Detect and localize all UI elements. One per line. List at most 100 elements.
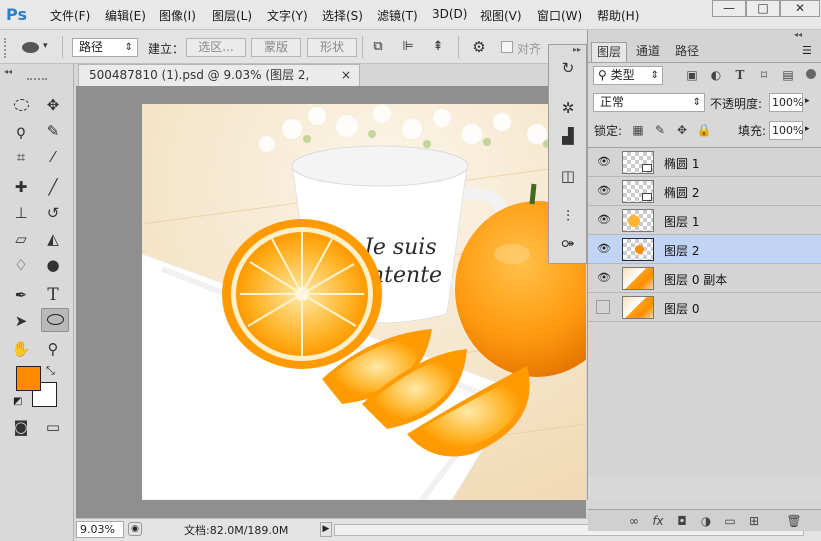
layer-name[interactable]: 图层 0 副本	[664, 271, 727, 288]
tool-presets-icon[interactable]: ⚩	[557, 233, 579, 255]
path-operations-icon[interactable]: ⧉	[370, 39, 386, 55]
layer-row[interactable]: 👁 椭圆 2	[588, 177, 821, 206]
dodge-tool-icon[interactable]: ●	[42, 254, 64, 276]
filter-smart-object-icon[interactable]: ▤	[780, 67, 796, 83]
history-panel-icon[interactable]: ↻	[557, 57, 579, 79]
fill-field[interactable]: 100%	[769, 121, 803, 140]
eye-icon[interactable]: 👁	[596, 155, 612, 169]
mask-button[interactable]: 蒙版	[251, 38, 301, 57]
screen-mode-icon[interactable]: ▭	[42, 416, 64, 438]
histogram-panel-icon[interactable]: ▟	[557, 125, 579, 147]
menu-layer[interactable]: 图层(L)	[212, 7, 252, 24]
layer-name[interactable]: 椭圆 1	[664, 155, 699, 172]
adjustment-layer-icon[interactable]: ◑	[698, 513, 714, 529]
close-button[interactable]: ✕	[780, 0, 820, 17]
filter-type-icon[interactable]: T	[732, 67, 748, 83]
new-layer-icon[interactable]: ⊞	[746, 513, 762, 529]
foreground-color-swatch[interactable]	[16, 366, 41, 391]
eye-icon[interactable]: 👁	[596, 213, 612, 227]
collapse-panel-icon[interactable]: ◂◂	[794, 30, 802, 39]
lock-position-icon[interactable]: ✥	[674, 122, 690, 138]
shape-button[interactable]: 形状	[307, 38, 357, 57]
brush-tool-icon[interactable]: ╱	[42, 176, 64, 198]
filter-toggle-icon[interactable]	[806, 69, 816, 79]
menu-view[interactable]: 视图(V)	[480, 7, 522, 24]
zoom-field[interactable]: 9.03%	[76, 521, 124, 538]
path-arrangement-icon[interactable]: ⇞	[430, 39, 446, 55]
maximize-button[interactable]: □	[746, 0, 780, 17]
canvas-area[interactable]: Je suis ntente	[76, 86, 586, 518]
quick-mask-icon[interactable]: ◙	[10, 416, 32, 438]
align-edges-checkbox[interactable]	[501, 41, 513, 53]
layer-row-selected[interactable]: 👁 图层 2	[588, 235, 821, 264]
document-photo[interactable]: Je suis ntente	[142, 104, 586, 500]
filter-adjustment-icon[interactable]: ◐	[708, 67, 724, 83]
tab-paths[interactable]: 路径	[668, 42, 706, 62]
crop-tool-icon[interactable]: ⌗	[10, 146, 32, 168]
menu-type[interactable]: 文字(Y)	[267, 7, 308, 24]
clone-stamp-tool-icon[interactable]: ⊥	[10, 202, 32, 224]
document-tab[interactable]: 500487810 (1).psd @ 9.03% (图层 2, RGB/8*)…	[78, 64, 360, 103]
menu-edit[interactable]: 编辑(E)	[105, 7, 146, 24]
menu-select[interactable]: 选择(S)	[322, 7, 363, 24]
opacity-arrow-icon[interactable]: ▸	[805, 96, 810, 106]
preview-icon[interactable]: ◉	[128, 522, 142, 536]
trash-icon[interactable]: 🗑	[786, 513, 802, 529]
move-tool-icon[interactable]: ✥	[42, 94, 64, 116]
paint-bucket-tool-icon[interactable]: ◭	[42, 228, 64, 250]
menu-file[interactable]: 文件(F)	[50, 7, 90, 24]
type-tool-icon[interactable]: T	[42, 284, 64, 306]
tool-preset-picker[interactable]: ▾	[18, 40, 52, 56]
quick-selection-tool-icon[interactable]: ✎	[42, 120, 64, 142]
blur-tool-icon[interactable]: ♢	[10, 254, 32, 276]
tab-channels[interactable]: 通道	[628, 42, 668, 62]
lasso-tool-icon[interactable]: ϙ	[10, 120, 32, 142]
menu-image[interactable]: 图像(I)	[159, 7, 196, 24]
layer-row[interactable]: 👁 图层 1	[588, 206, 821, 235]
lock-transparent-icon[interactable]: ▦	[630, 122, 646, 138]
layer-row[interactable]: 👁 椭圆 1	[588, 148, 821, 177]
menu-filter[interactable]: 滤镜(T)	[377, 7, 418, 24]
visibility-off-box[interactable]	[596, 300, 610, 314]
eye-icon[interactable]: 👁	[596, 184, 612, 198]
collapse-arrow-icon[interactable]: ◂◂	[4, 67, 12, 76]
layer-row[interactable]: 图层 0	[588, 293, 821, 322]
menu-window[interactable]: 窗口(W)	[537, 7, 582, 24]
mode-select[interactable]: 路径 ⇕	[72, 38, 138, 57]
filter-pixel-icon[interactable]: ▣	[684, 67, 700, 83]
menu-help[interactable]: 帮助(H)	[597, 7, 639, 24]
new-group-icon[interactable]: ▭	[722, 513, 738, 529]
brush-presets-icon[interactable]: ⫶	[557, 205, 579, 227]
path-selection-tool-icon[interactable]: ➤	[10, 310, 32, 332]
lock-all-icon[interactable]: 🔒	[696, 122, 712, 138]
selection-button[interactable]: 选区...	[186, 38, 246, 57]
layer-name[interactable]: 椭圆 2	[664, 184, 699, 201]
opacity-field[interactable]: 100%	[769, 93, 803, 112]
layer-style-icon[interactable]: fx	[650, 513, 666, 529]
zoom-tool-icon[interactable]: ⚲	[42, 338, 64, 360]
3d-panel-icon[interactable]: ◫	[557, 165, 579, 187]
layer-row[interactable]: 👁 图层 0 副本	[588, 264, 821, 293]
eyedropper-tool-icon[interactable]: ⁄	[42, 146, 64, 168]
eraser-tool-icon[interactable]: ▱	[10, 228, 32, 250]
swap-colors-icon[interactable]: ⤡	[46, 364, 55, 378]
layer-name[interactable]: 图层 0	[664, 300, 699, 317]
marquee-tool-icon[interactable]	[10, 94, 32, 116]
hand-tool-icon[interactable]: ✋	[10, 338, 32, 360]
link-layers-icon[interactable]: ∞	[626, 513, 642, 529]
history-brush-tool-icon[interactable]: ↺	[42, 202, 64, 224]
add-mask-icon[interactable]: ◘	[674, 513, 690, 529]
toolbox-grip[interactable]	[27, 78, 47, 82]
fill-arrow-icon[interactable]: ▸	[805, 124, 810, 134]
tab-layers[interactable]: 图层	[591, 42, 627, 62]
filter-shape-icon[interactable]: ⌑	[756, 67, 772, 83]
eye-icon[interactable]: 👁	[596, 271, 612, 285]
navigator-panel-icon[interactable]: ✲	[557, 97, 579, 119]
panel-menu-icon[interactable]: ☰	[802, 44, 812, 57]
blend-mode-select[interactable]: 正常 ⇕	[593, 93, 705, 112]
pen-tool-icon[interactable]: ✒	[10, 284, 32, 306]
layer-name[interactable]: 图层 2	[664, 242, 699, 259]
path-alignment-icon[interactable]: ⊫	[400, 39, 416, 55]
expand-panels-icon[interactable]: ▸▸	[573, 45, 581, 54]
eye-icon[interactable]: 👁	[596, 242, 612, 256]
